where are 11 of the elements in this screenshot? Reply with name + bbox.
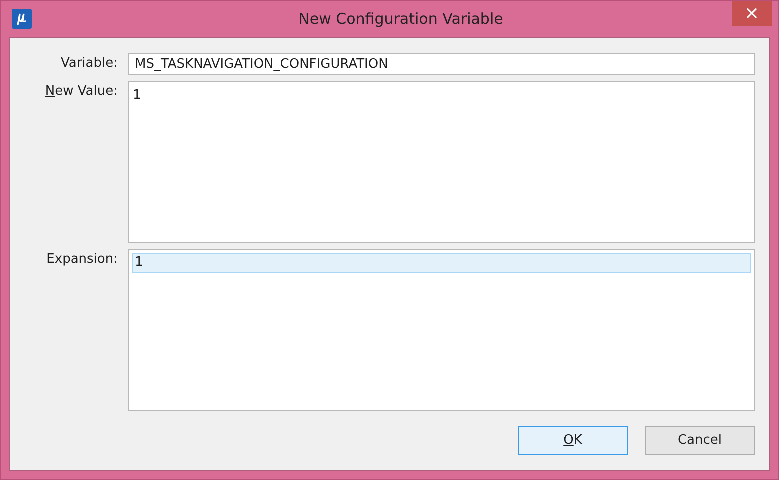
list-item[interactable]: 1 [132, 253, 751, 273]
dialog-button[interactable]: Cancel [645, 426, 755, 455]
app-logo-icon [12, 9, 32, 29]
dialog-button[interactable]: OK [518, 426, 628, 455]
window-title: New Configuration Variable [298, 10, 504, 28]
close-button[interactable]: × [732, 1, 772, 26]
variable-field[interactable]: MS_TASKNAVIGATION_CONFIGURATION [128, 53, 755, 75]
field-label: New Value: [44, 83, 118, 101]
field-label: Variable: [60, 55, 118, 73]
value-field[interactable]: 1 [128, 81, 755, 243]
field-label: Expansion: [46, 251, 118, 269]
